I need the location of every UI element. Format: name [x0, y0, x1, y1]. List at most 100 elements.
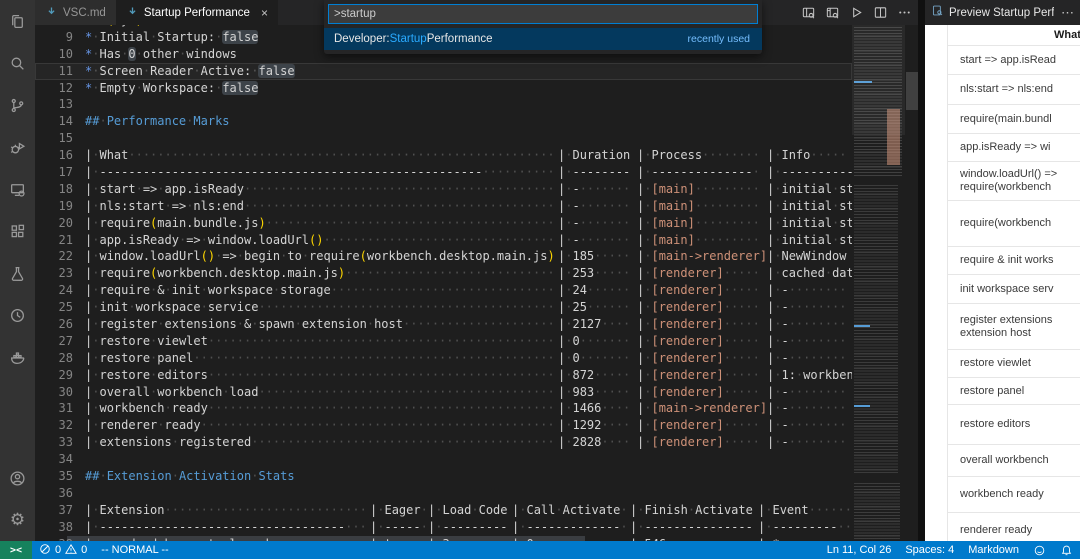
account-icon — [9, 470, 26, 487]
line-number: 10 — [35, 46, 73, 63]
command-item-pre: Developer: — [334, 33, 390, 45]
editor-line-19[interactable]: 19|·nls:start·=>·nls:end················… — [35, 198, 852, 215]
activity-item-account[interactable] — [0, 457, 35, 499]
line-number: 34 — [35, 451, 73, 468]
line-number: 37 — [35, 502, 73, 519]
activity-item-docker[interactable] — [0, 336, 35, 378]
run-and-debug-icon — [9, 139, 26, 156]
activity-item-source-control[interactable] — [0, 84, 35, 126]
line-number: 26 — [35, 316, 73, 333]
line-number: 15 — [35, 130, 73, 147]
warning-icon — [65, 543, 77, 558]
activity-item-extensions[interactable] — [0, 210, 35, 252]
preview-table-row: init workspace serv — [948, 274, 1080, 303]
line-number: 29 — [35, 367, 73, 384]
preview-table-row: window.loadUrl() =>require(workbench — [948, 161, 1080, 200]
indentation-status[interactable]: Spaces: 4 — [898, 541, 961, 559]
line-number: 16 — [35, 147, 73, 164]
editor-line-35[interactable]: 35##·Extension·Activation·Stats — [35, 468, 852, 485]
preview-table-row: restore panel — [948, 377, 1080, 404]
minimap-viewport[interactable] — [852, 25, 905, 135]
editor-line-27[interactable]: 27|·restore·viewlet·····················… — [35, 333, 852, 350]
line-number: 12 — [35, 80, 73, 97]
command-palette-item[interactable]: Developer: Startup Performance recently … — [324, 28, 762, 50]
tab-startup-performance[interactable]: Startup Performance × — [116, 0, 278, 25]
editor-line-14[interactable]: 14##·Performance·Marks — [35, 113, 852, 130]
split-editor-icon[interactable] — [873, 5, 888, 20]
editor-line-26[interactable]: 26|·register·extensions·&·spawn·extensio… — [35, 316, 852, 333]
cursor-position-status[interactable]: Ln 11, Col 26 — [820, 541, 899, 559]
vscode-window: ⚙ 8(y)9*·Initial·Startup:·false10*·Has·0… — [0, 0, 1080, 559]
vim-mode-indicator[interactable]: -- NORMAL -- — [94, 541, 175, 559]
line-number: 20 — [35, 215, 73, 232]
line-number: 11 — [35, 63, 73, 80]
preview-panel: Preview Startup Performa ⋯ What start =>… — [925, 0, 1080, 541]
editor-line-29[interactable]: 29|·restore·editors·····················… — [35, 367, 852, 384]
language-mode-status[interactable]: Markdown — [961, 541, 1026, 559]
editor-toolbar — [801, 0, 912, 25]
preview-more-actions-icon[interactable]: ⋯ — [1061, 5, 1074, 21]
feedback-icon[interactable] — [1026, 541, 1053, 559]
editor-line-21[interactable]: 21|·app.isReady·=>·window.loadUrl()·····… — [35, 232, 852, 249]
remote-indicator[interactable]: >< — [0, 541, 32, 559]
activity-item-explorer[interactable] — [0, 0, 35, 42]
line-number: 32 — [35, 417, 73, 434]
editor-line-11[interactable]: 11*·Screen·Reader·Active:·false — [35, 63, 852, 80]
editor-line-30[interactable]: 30|·overall·workbench·load··············… — [35, 384, 852, 401]
line-number: 24 — [35, 282, 73, 299]
activity-item-remote-explorer[interactable] — [0, 168, 35, 210]
activity-item-run-and-debug[interactable] — [0, 126, 35, 168]
editor-group-separator[interactable] — [918, 0, 925, 541]
preview-table: What start => app.isReadnls:start => nls… — [947, 25, 1080, 541]
markdown-file-icon — [45, 5, 58, 21]
line-number: 25 — [35, 299, 73, 316]
preview-table-row: register extensionsextension host — [948, 303, 1080, 349]
run-icon[interactable] — [849, 5, 864, 20]
line-number: 28 — [35, 350, 73, 367]
preview-content[interactable]: What start => app.isReadnls:start => nls… — [925, 25, 1080, 541]
editor-line-24[interactable]: 24|·require·&·init·workspace·storage····… — [35, 282, 852, 299]
editor-line-38[interactable]: 38|·----------------------------------··… — [35, 519, 852, 536]
activity-item-testing[interactable] — [0, 252, 35, 294]
command-palette-input[interactable]: >startup — [328, 4, 758, 24]
activity-item-search[interactable] — [0, 42, 35, 84]
line-number: 35 — [35, 468, 73, 485]
tab-vsc-md[interactable]: VSC.md — [35, 0, 116, 25]
editor-line-22[interactable]: 22|·window.loadUrl()·=>·begin·to·require… — [35, 248, 852, 265]
editor-line-16[interactable]: 16|·What································… — [35, 147, 852, 164]
editor-line-37[interactable]: 37|·Extension···························… — [35, 502, 852, 519]
editor-line-23[interactable]: 23|·require(workbench.desktop.main.js)··… — [35, 265, 852, 282]
notifications-bell-icon[interactable] — [1053, 541, 1080, 559]
preview-tab-label[interactable]: Preview Startup Performa — [949, 7, 1054, 19]
editor-line-18[interactable]: 18|·start·=>·app.isReady················… — [35, 181, 852, 198]
preview-table-row: overall workbench — [948, 444, 1080, 476]
editor-line-28[interactable]: 28|·restore·panel·······················… — [35, 350, 852, 367]
editor-line-13[interactable]: 13 — [35, 96, 852, 113]
open-preview-locked-icon[interactable] — [825, 5, 840, 20]
open-preview-icon[interactable] — [801, 5, 816, 20]
command-palette: >startup Developer: Startup Performance … — [324, 0, 762, 54]
editor-line-32[interactable]: 32|·renderer·ready······················… — [35, 417, 852, 434]
problems-status[interactable]: 0 0 — [32, 541, 94, 559]
editor-line-34[interactable]: 34 — [35, 451, 852, 468]
activity-item-settings[interactable]: ⚙ — [0, 499, 35, 541]
editor-line-25[interactable]: 25|·init·workspace·service··············… — [35, 299, 852, 316]
preview-table-row: workbench ready — [948, 476, 1080, 512]
extensions-icon — [9, 223, 26, 240]
preview-table-row: nls:start => nls:end — [948, 74, 1080, 104]
editor-line-12[interactable]: 12*·Empty·Workspace:·false — [35, 80, 852, 97]
editor-line-17[interactable]: 17|·------------------------------------… — [35, 164, 852, 181]
more-actions-icon[interactable] — [897, 5, 912, 20]
markdown-preview-icon — [931, 4, 944, 22]
editor-line-15[interactable]: 15 — [35, 130, 852, 147]
testing-icon — [9, 265, 26, 282]
editor-line-33[interactable]: 33|·extensions·registered···············… — [35, 434, 852, 451]
editor-pane[interactable]: 8(y)9*·Initial·Startup:·false10*·Has·0·o… — [35, 12, 852, 547]
editor-line-20[interactable]: 20|·require(main.bundle.js)·············… — [35, 215, 852, 232]
close-tab-icon[interactable]: × — [261, 6, 268, 20]
editor-line-31[interactable]: 31|·workbench·ready·····················… — [35, 400, 852, 417]
error-icon — [39, 543, 51, 558]
activity-item-profiler[interactable] — [0, 294, 35, 336]
editor-line-36[interactable]: 36 — [35, 485, 852, 502]
minimap[interactable] — [852, 25, 905, 541]
